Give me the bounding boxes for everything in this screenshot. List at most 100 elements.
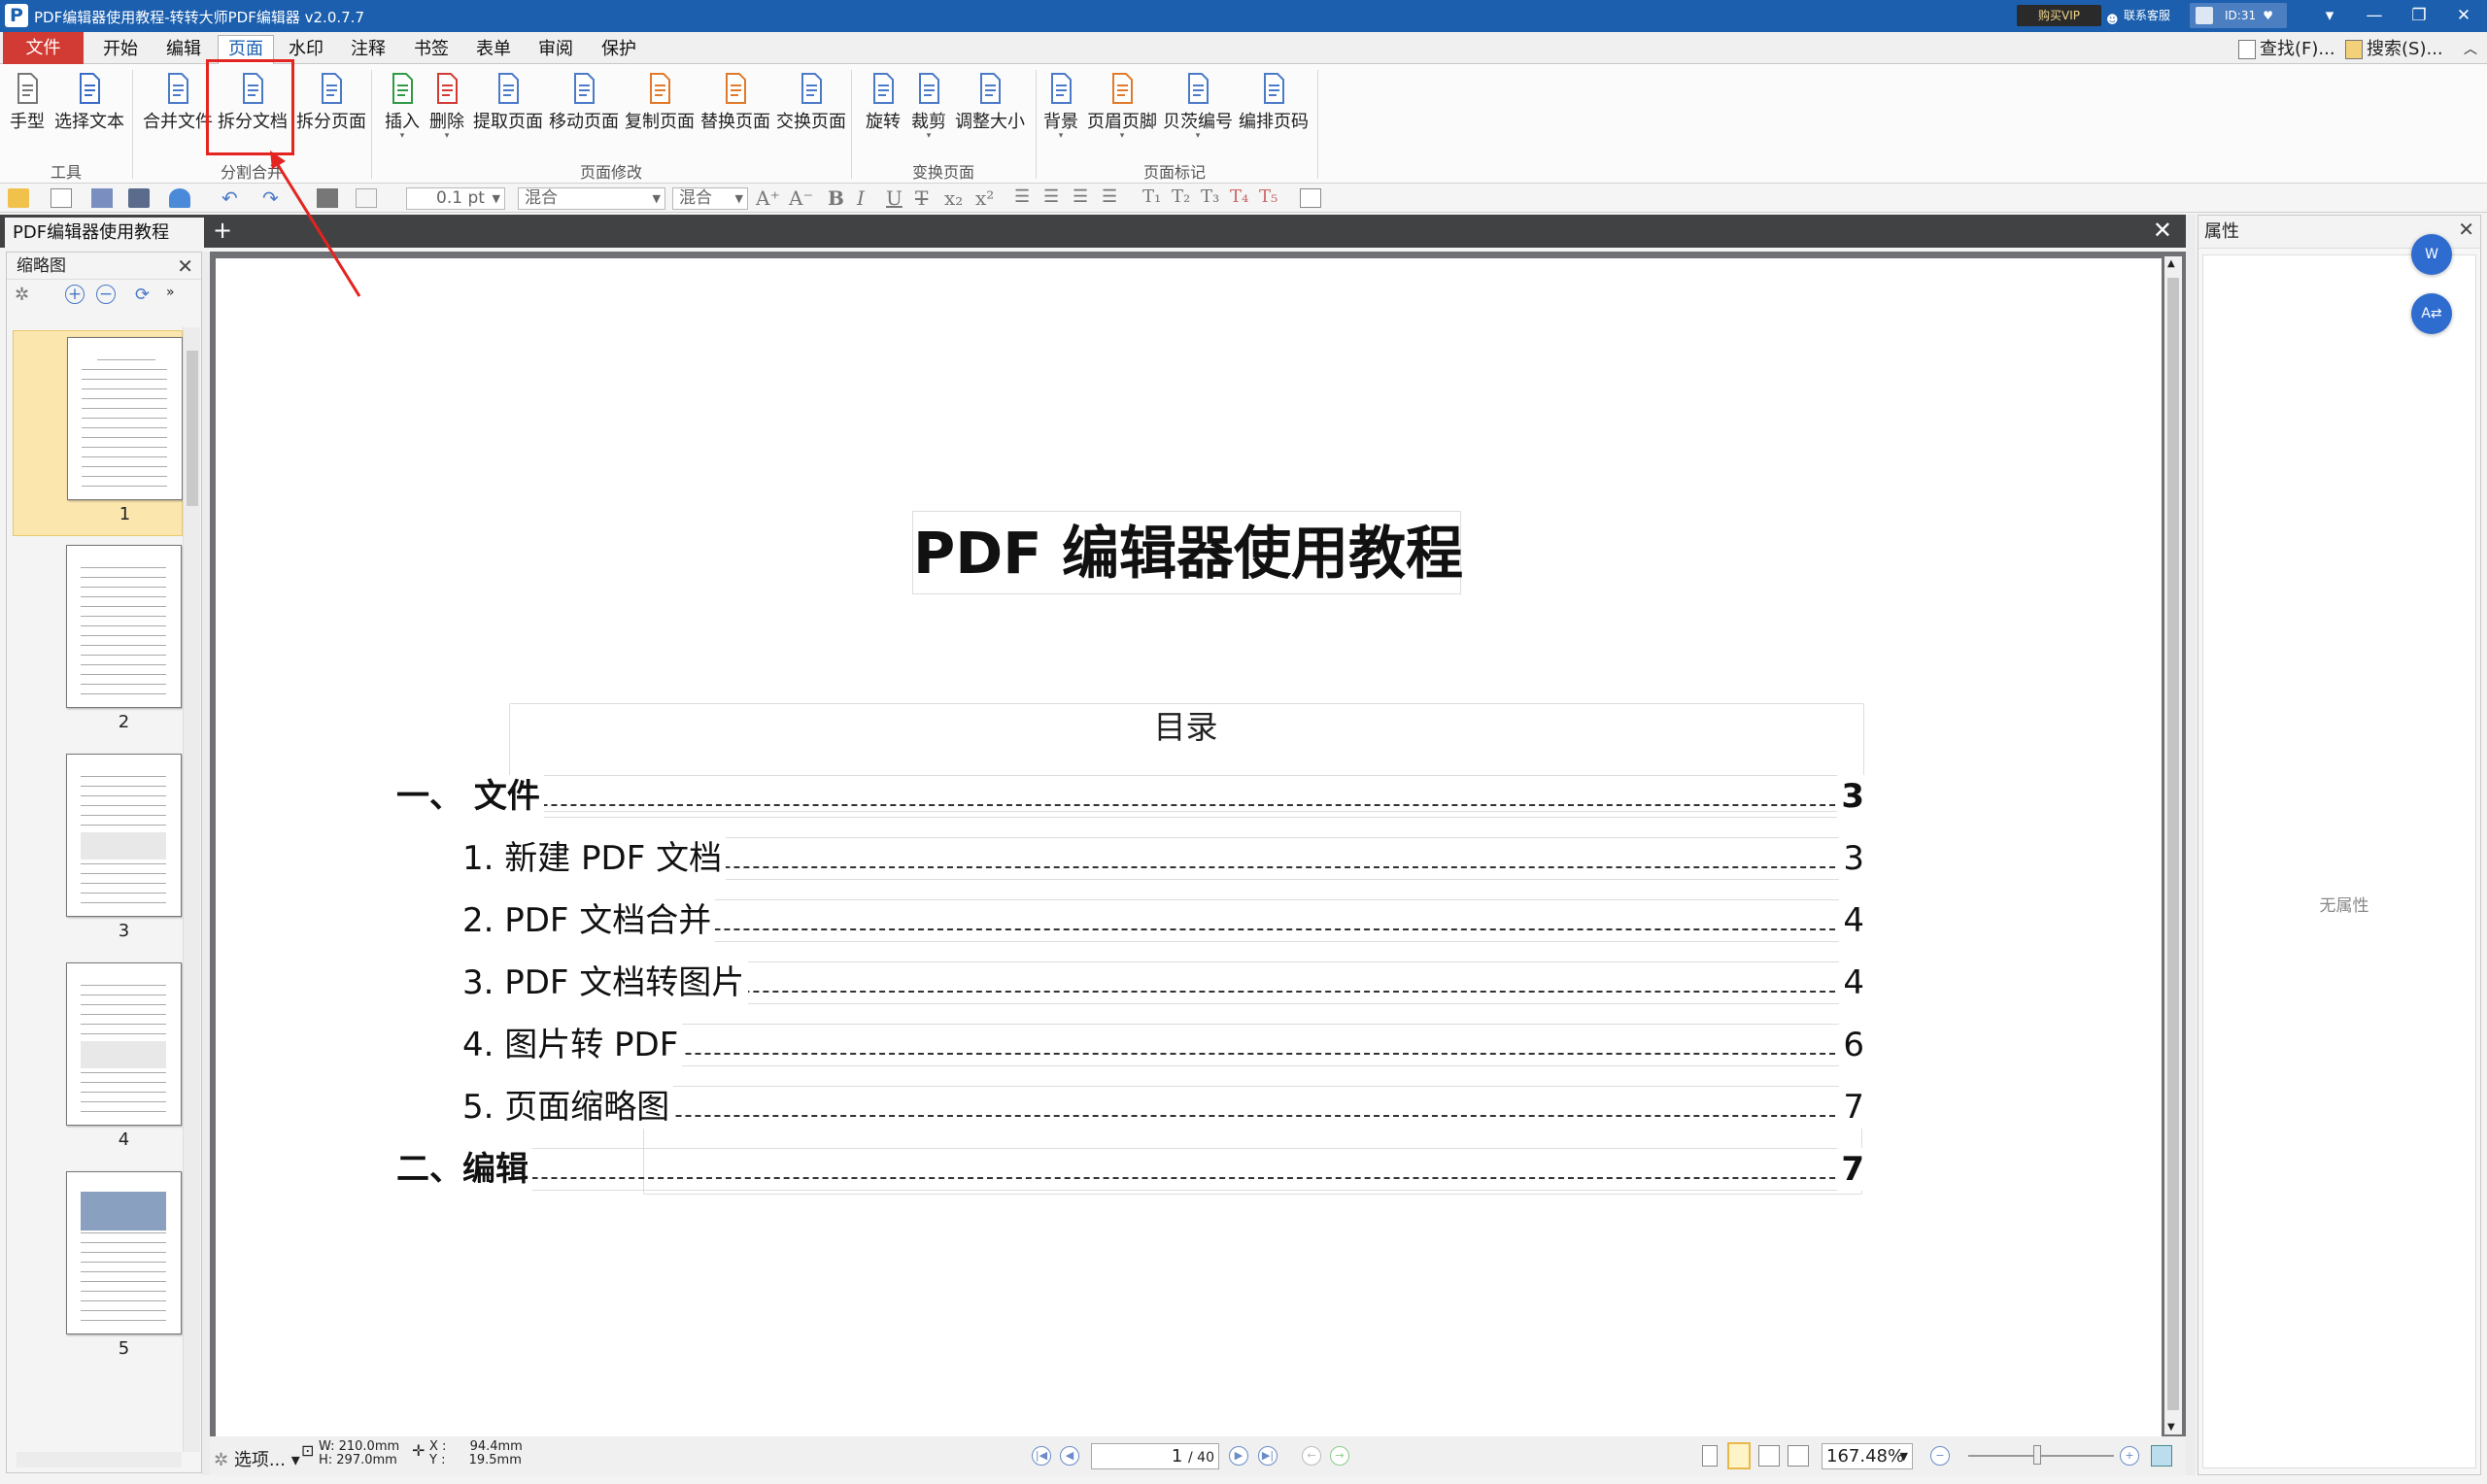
text-style-1-icon[interactable]: T₁: [1142, 186, 1161, 207]
replace-page-button[interactable]: 替换页面: [698, 72, 773, 153]
menu-bookmark[interactable]: 书签: [408, 37, 455, 62]
document-scrollbar-thumb[interactable]: [2167, 278, 2179, 1410]
options-button[interactable]: ✲ 选项... ▾: [214, 1446, 300, 1471]
toc-entry[interactable]: 二、编辑 7: [396, 1148, 1864, 1191]
buy-vip-button[interactable]: 购买VIP: [2017, 5, 2101, 26]
align-center-icon[interactable]: ☰: [1043, 186, 1059, 207]
find-button[interactable]: 查找(F)...: [2238, 37, 2335, 62]
shrink-font-icon[interactable]: A⁻: [789, 186, 813, 210]
first-page-button[interactable]: |◀: [1032, 1446, 1051, 1466]
close-tab-button[interactable]: ✕: [2153, 217, 2172, 244]
subscript-icon[interactable]: x₂: [944, 186, 963, 210]
bold-icon[interactable]: B: [828, 186, 844, 210]
resize-page-button[interactable]: 调整大小: [952, 72, 1028, 153]
text-style-4-icon[interactable]: T₄: [1230, 186, 1248, 207]
toc-entry[interactable]: 4. 图片转 PDF 6: [462, 1024, 1864, 1066]
zoom-in-icon[interactable]: +: [65, 285, 85, 304]
dropdown-arrow-icon[interactable]: ▾: [426, 132, 468, 141]
thumbnail-scrollbar[interactable]: [183, 327, 200, 1452]
zoom-out-icon[interactable]: −: [96, 285, 116, 304]
rotate-page-button[interactable]: 旋转: [862, 72, 904, 153]
more-icon[interactable]: »: [166, 285, 175, 300]
menu-file[interactable]: 文件: [3, 32, 84, 64]
align-justify-icon[interactable]: ☰: [1102, 186, 1117, 207]
insert-page-button[interactable]: 插入 ▾: [381, 72, 424, 153]
menu-annotate[interactable]: 注释: [345, 37, 392, 62]
underline-icon[interactable]: U: [886, 186, 903, 210]
user-account-box[interactable]: ID:31 ♥: [2190, 3, 2287, 28]
text-style-5-icon[interactable]: T₅: [1259, 186, 1278, 207]
page-number-button[interactable]: 编排页码: [1236, 72, 1312, 153]
font-family-field[interactable]: 混合 ▼: [518, 187, 665, 210]
save-icon[interactable]: [91, 188, 113, 208]
dropdown-arrow-icon[interactable]: ▾: [1084, 132, 1160, 141]
settings-gear-icon[interactable]: ✲: [15, 285, 29, 305]
swap-page-button[interactable]: 交换页面: [773, 72, 849, 153]
align-left-icon[interactable]: ☰: [1014, 186, 1030, 207]
zoom-in-button[interactable]: +: [2120, 1446, 2139, 1466]
toc-entry[interactable]: 1. 新建 PDF 文档 3: [462, 837, 1864, 880]
back-button[interactable]: ←: [1302, 1446, 1321, 1466]
thumbnail-page-5[interactable]: 5: [13, 1165, 183, 1371]
next-page-button[interactable]: ▶: [1229, 1446, 1248, 1466]
toc-entry[interactable]: 3. PDF 文档转图片 4: [462, 961, 1864, 1004]
translate-icon[interactable]: A⇄: [2411, 293, 2452, 334]
align-right-icon[interactable]: ☰: [1073, 186, 1088, 207]
prev-page-button[interactable]: ◀: [1060, 1446, 1079, 1466]
toc-entry[interactable]: 5. 页面缩略图 7: [462, 1086, 1864, 1129]
fit-page-icon[interactable]: [2151, 1445, 2172, 1467]
menu-start[interactable]: 开始: [97, 37, 144, 62]
left-splitter[interactable]: [202, 252, 210, 1475]
page-setting-icon[interactable]: [1300, 188, 1321, 208]
search-button[interactable]: 搜索(S)...: [2345, 37, 2443, 62]
zoom-slider[interactable]: [1968, 1455, 2114, 1457]
font-size-field[interactable]: 混合 ▼: [672, 187, 748, 210]
tab-document[interactable]: PDF编辑器使用教程: [5, 218, 204, 248]
italic-icon[interactable]: I: [857, 186, 865, 210]
restore-button[interactable]: ❐: [2397, 0, 2441, 32]
thumbnail-page-3[interactable]: 3: [13, 748, 183, 954]
minimize-button[interactable]: —: [2352, 0, 2397, 32]
dropdown-arrow-icon[interactable]: ▾: [907, 132, 950, 141]
last-page-button[interactable]: ▶|: [1258, 1446, 1278, 1466]
text-style-3-icon[interactable]: T₃: [1201, 186, 1219, 207]
menu-dropdown-icon[interactable]: ▾: [2307, 0, 2352, 32]
close-button[interactable]: ✕: [2441, 0, 2486, 32]
menu-edit[interactable]: 编辑: [160, 37, 207, 62]
document-scrollbar[interactable]: ▲ ▼: [2164, 256, 2182, 1434]
dropdown-arrow-icon[interactable]: ▾: [1160, 132, 1236, 141]
scroll-up-icon[interactable]: ▲: [2167, 258, 2175, 269]
fill-color-icon[interactable]: [317, 188, 338, 208]
stroke-color-icon[interactable]: [356, 188, 377, 208]
undo-icon[interactable]: ↶: [221, 188, 243, 208]
hand-tool-button[interactable]: 手型: [6, 72, 49, 153]
thumbnail-page-4[interactable]: 4: [13, 957, 183, 1163]
rotate-thumbnail-icon[interactable]: ⟳: [135, 285, 150, 305]
grow-font-icon[interactable]: A⁺: [756, 186, 780, 210]
menu-protect[interactable]: 保护: [596, 37, 642, 62]
scan-icon[interactable]: [169, 188, 190, 208]
copy-page-button[interactable]: 复制页面: [622, 72, 698, 153]
page-number-input[interactable]: 1 / 40: [1091, 1443, 1219, 1469]
customer-service-button[interactable]: ☻ 联系客服: [2106, 4, 2170, 27]
select-text-button[interactable]: 选择文本: [51, 72, 127, 153]
thumbnail-horizontal-scrollbar[interactable]: [17, 1452, 182, 1467]
extract-page-button[interactable]: 提取页面: [470, 72, 546, 153]
pdf-to-word-icon[interactable]: W: [2411, 234, 2452, 275]
text-style-2-icon[interactable]: T₂: [1172, 186, 1190, 207]
thumbnail-page-2[interactable]: 2: [13, 539, 183, 745]
menu-form[interactable]: 表单: [470, 37, 517, 62]
strikethrough-icon[interactable]: T: [915, 186, 928, 210]
crop-page-button[interactable]: 裁剪 ▾: [907, 72, 950, 153]
two-page-view-icon[interactable]: [1758, 1445, 1780, 1467]
split-page-button[interactable]: 拆分页面: [293, 72, 369, 153]
close-properties-icon[interactable]: ✕: [2458, 218, 2474, 241]
thumbnail-page-1[interactable]: 1: [13, 330, 183, 536]
toc-entry[interactable]: 一、 文件 3: [396, 775, 1864, 818]
header-footer-button[interactable]: 页眉页脚 ▾: [1084, 72, 1160, 153]
zoom-field[interactable]: 167.48% ▼: [1822, 1443, 1913, 1469]
open-folder-icon[interactable]: [8, 188, 29, 208]
zoom-out-button[interactable]: −: [1930, 1446, 1950, 1466]
superscript-icon[interactable]: x²: [975, 186, 994, 210]
move-page-button[interactable]: 移动页面: [546, 72, 622, 153]
